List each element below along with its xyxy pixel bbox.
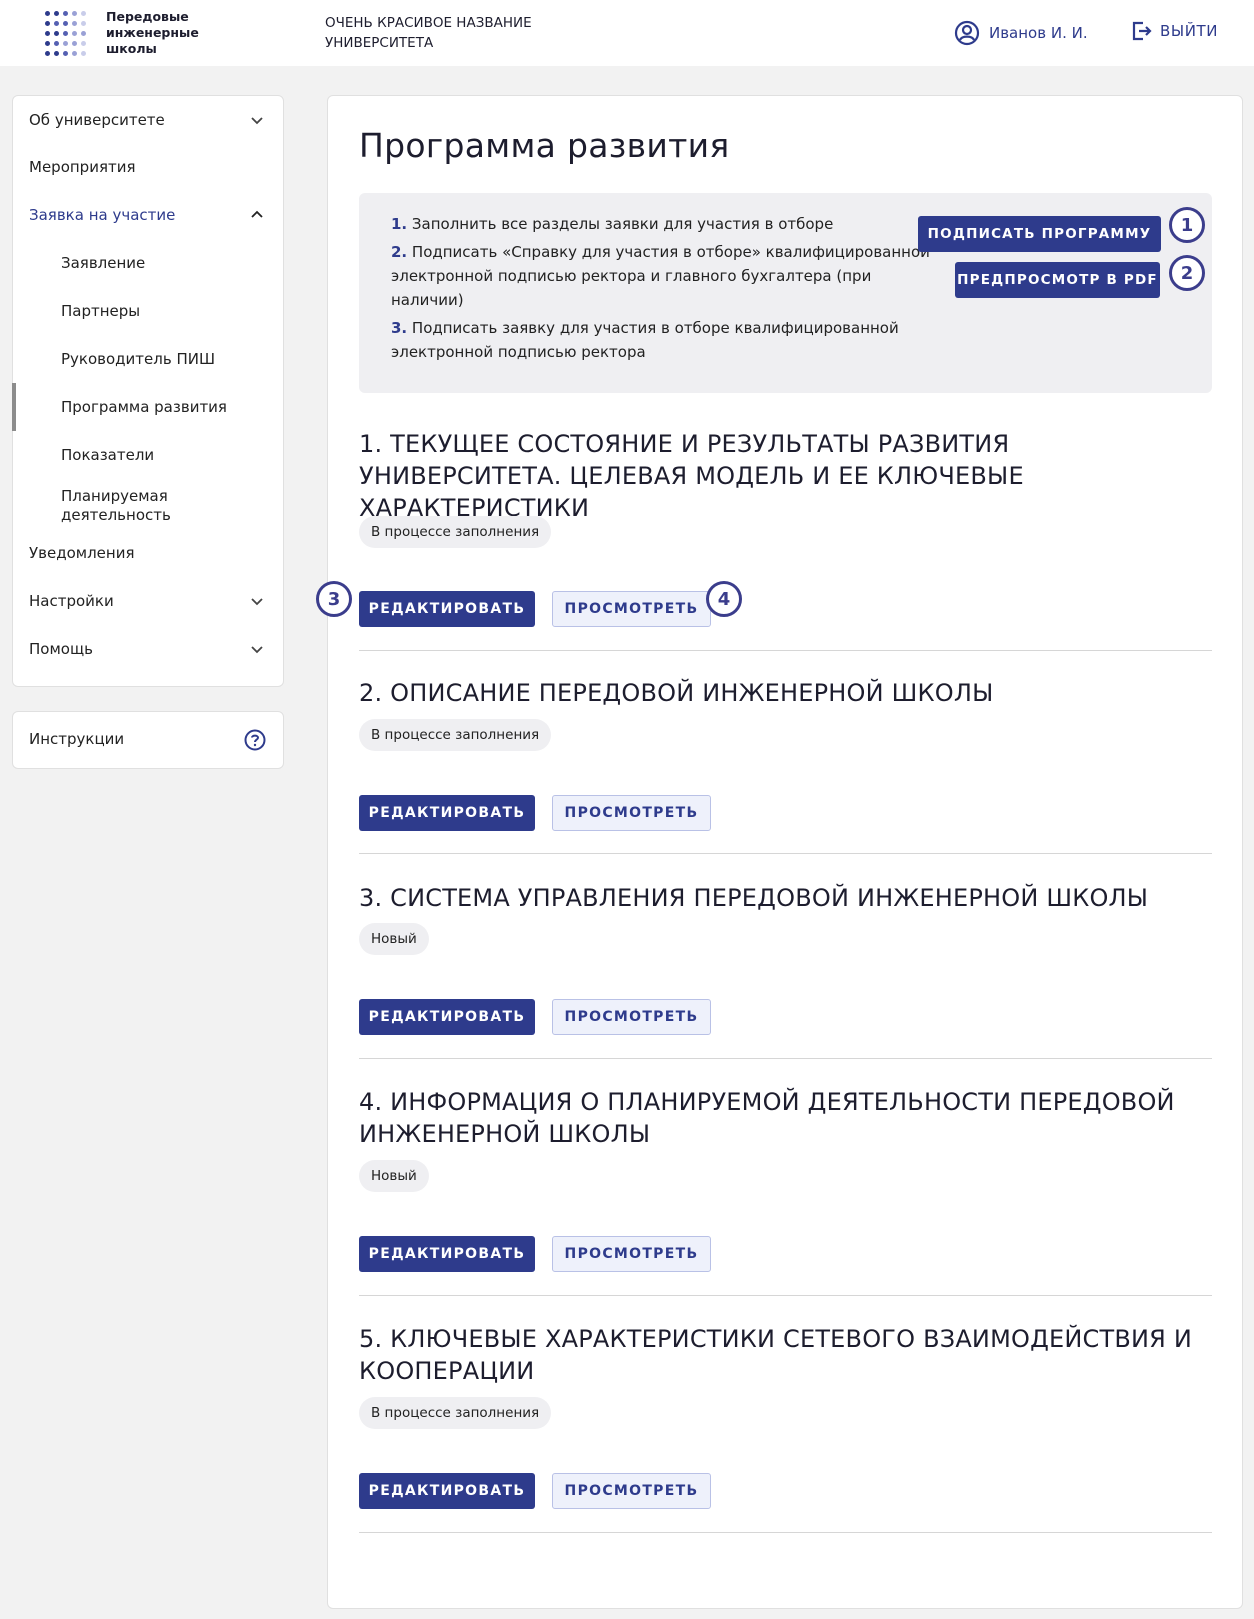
user-circle-icon [954, 20, 980, 46]
section-block: 2. ОПИСАНИЕ ПЕРЕДОВОЙ ИНЖЕНЕРНОЙ ШКОЛЫ В… [359, 677, 1212, 854]
user-profile-link[interactable]: Иванов И. И. [954, 20, 1088, 46]
logout-icon [1132, 21, 1152, 41]
status-badge: В процессе заполнения [359, 516, 552, 548]
sidebar-item-planned-activity[interactable]: Планируемая деятельность [13, 482, 283, 530]
sidebar-item-about[interactable]: Об университете [13, 100, 283, 140]
edit-button[interactable]: РЕДАКТИРОВАТЬ [359, 1236, 535, 1272]
logo-dots-icon [45, 11, 87, 57]
sidebar-item-label: Мероприятия [29, 158, 136, 176]
step-number: 3. [391, 319, 408, 337]
logo-text: Передовые инженерные школы [106, 9, 199, 56]
sidebar-item-label: Показатели [61, 446, 155, 464]
sidebar-nav: Об университете Мероприятия Заявка на уч… [12, 95, 284, 687]
callout-marker: 2 [1169, 255, 1205, 291]
edit-button[interactable]: РЕДАКТИРОВАТЬ [359, 1473, 535, 1509]
edit-button[interactable]: РЕДАКТИРОВАТЬ [359, 591, 535, 627]
sidebar-item-label: Партнеры [61, 302, 141, 320]
chevron-down-icon [251, 598, 263, 606]
step-item: 3. Подписать заявку для участия в отборе… [391, 316, 931, 364]
status-badge: Новый [359, 1160, 429, 1192]
section-block: 3. СИСТЕМА УПРАВЛЕНИЯ ПЕРЕДОВОЙ ИНЖЕНЕРН… [359, 882, 1212, 1059]
view-button[interactable]: ПРОСМОТРЕТЬ [552, 1473, 711, 1509]
section-block: 4. ИНФОРМАЦИЯ О ПЛАНИРУЕМОЙ ДЕЯТЕЛЬНОСТИ… [359, 1086, 1212, 1296]
sidebar-item-indicators[interactable]: Показатели [13, 435, 283, 475]
status-badge: В процессе заполнения [359, 1397, 552, 1429]
step-text: Заполнить все разделы заявки для участия… [411, 215, 834, 233]
instructions-link[interactable]: Инструкции [12, 711, 284, 769]
section-divider [359, 1532, 1212, 1533]
step-number: 2. [391, 243, 408, 261]
view-button[interactable]: ПРОСМОТРЕТЬ [552, 999, 711, 1035]
logout-button[interactable]: ВЫЙТИ [1130, 20, 1218, 42]
university-name: ОЧЕНЬ КРАСИВОЕ НАЗВАНИЕ УНИВЕРСИТЕТА [325, 15, 532, 51]
sidebar-item-notifications[interactable]: Уведомления [13, 533, 283, 573]
sidebar-item-statement[interactable]: Заявление [13, 243, 283, 283]
sidebar-item-label: Руководитель ПИШ [61, 350, 215, 368]
view-button[interactable]: ПРОСМОТРЕТЬ [552, 591, 711, 627]
top-header: Передовые инженерные школы ОЧЕНЬ КРАСИВО… [0, 0, 1254, 66]
sidebar-item-development-program[interactable]: Программа развития [12, 383, 283, 431]
chevron-down-icon [251, 117, 263, 125]
section-title: 4. ИНФОРМАЦИЯ О ПЛАНИРУЕМОЙ ДЕЯТЕЛЬНОСТИ… [359, 1088, 1175, 1148]
sidebar-item-events[interactable]: Мероприятия [13, 147, 283, 187]
callout-marker: 3 [316, 581, 352, 617]
main-content: Программа развития 1. Заполнить все разд… [316, 95, 1243, 1609]
chevron-up-icon [251, 210, 263, 218]
status-badge: В процессе заполнения [359, 719, 552, 751]
section-divider [359, 853, 1212, 854]
edit-button[interactable]: РЕДАКТИРОВАТЬ [359, 795, 535, 831]
step-number: 1. [391, 215, 408, 233]
sidebar-item-partners[interactable]: Партнеры [13, 291, 283, 331]
section-divider [359, 1295, 1212, 1296]
sidebar-item-label: Об университете [29, 111, 165, 129]
steps-list: 1. Заполнить все разделы заявки для учас… [391, 212, 931, 368]
step-text: Подписать «Справку для участия в отборе»… [391, 243, 930, 309]
sidebar-item-label: Заявление [61, 254, 146, 272]
step-item: 1. Заполнить все разделы заявки для учас… [391, 212, 931, 236]
section-title: 5. КЛЮЧЕВЫЕ ХАРАКТЕРИСТИКИ СЕТЕВОГО ВЗАИ… [359, 1325, 1193, 1385]
callout-marker: 1 [1169, 207, 1205, 243]
section-block: 1. ТЕКУЩЕЕ СОСТОЯНИЕ И РЕЗУЛЬТАТЫ РАЗВИТ… [359, 428, 1212, 651]
user-name: Иванов И. И. [989, 24, 1088, 42]
sidebar-item-label: Программа развития [61, 398, 227, 416]
step-item: 2. Подписать «Справку для участия в отбо… [391, 240, 931, 312]
sidebar-item-label: Уведомления [29, 544, 135, 562]
question-circle-icon [244, 729, 266, 751]
sidebar-item-label: Планируемая деятельность [61, 487, 171, 524]
status-badge: Новый [359, 923, 429, 955]
sidebar-item-settings[interactable]: Настройки [13, 581, 283, 621]
section-divider [359, 650, 1212, 651]
section-block: 5. КЛЮЧЕВЫЕ ХАРАКТЕРИСТИКИ СЕТЕВОГО ВЗАИ… [359, 1323, 1212, 1533]
sidebar-item-label: Заявка на участие [29, 206, 176, 224]
step-text: Подписать заявку для участия в отборе кв… [391, 319, 899, 361]
sidebar-item-label: Помощь [29, 640, 93, 658]
view-button[interactable]: ПРОСМОТРЕТЬ [552, 1236, 711, 1272]
edit-button[interactable]: РЕДАКТИРОВАТЬ [359, 999, 535, 1035]
logo[interactable]: Передовые инженерные школы [45, 9, 216, 57]
chevron-down-icon [251, 646, 263, 654]
section-title: 2. ОПИСАНИЕ ПЕРЕДОВОЙ ИНЖЕНЕРНОЙ ШКОЛЫ [359, 679, 994, 707]
callout-marker: 4 [706, 581, 742, 617]
view-button[interactable]: ПРОСМОТРЕТЬ [552, 795, 711, 831]
pdf-preview-button[interactable]: ПРЕДПРОСМОТР В PDF [955, 262, 1160, 298]
sidebar-item-head[interactable]: Руководитель ПИШ [13, 339, 283, 379]
instructions-label: Инструкции [29, 730, 125, 748]
page-title: Программа развития [359, 126, 730, 165]
sidebar-item-help[interactable]: Помощь [13, 629, 283, 669]
logout-label: ВЫЙТИ [1160, 22, 1219, 40]
sign-program-button[interactable]: ПОДПИСАТЬ ПРОГРАММУ [918, 216, 1161, 252]
sidebar-item-application[interactable]: Заявка на участие [13, 195, 283, 235]
section-title: 3. СИСТЕМА УПРАВЛЕНИЯ ПЕРЕДОВОЙ ИНЖЕНЕРН… [359, 884, 1149, 912]
section-title: 1. ТЕКУЩЕЕ СОСТОЯНИЕ И РЕЗУЛЬТАТЫ РАЗВИТ… [359, 430, 1024, 522]
active-indicator [12, 383, 16, 431]
sidebar-item-label: Настройки [29, 592, 114, 610]
section-divider [359, 1058, 1212, 1059]
